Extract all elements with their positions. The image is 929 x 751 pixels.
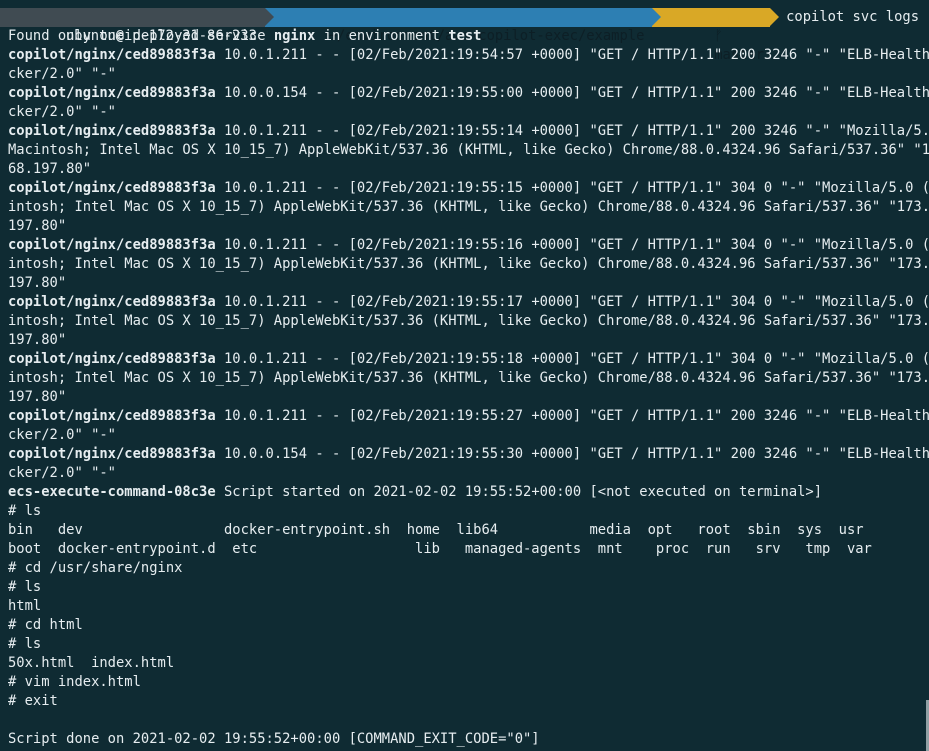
log-text: 10.0.1.211 - - [02/Feb/2021:19:54:57 +00…: [215, 47, 929, 63]
prompt-user-host: ubuntu@ip-172-31-86-233: [0, 8, 274, 44]
prompt-separator-icon: [652, 8, 662, 26]
terminal-window[interactable]: ubuntu@ip-172-31-86-233 ~/environment/aw…: [0, 0, 929, 751]
log-line: cker/2.0" "-": [8, 426, 116, 445]
shell-line: # cd /usr/share/nginx: [8, 560, 183, 576]
script-done-line: Script done on 2021-02-02 19:55:52+00:00…: [8, 731, 540, 747]
log-text: intosh; Intel Mac OS X 10_15_7) AppleWeb…: [8, 313, 929, 329]
log-line: copilot/nginx/ced89883f3a 10.0.1.211 - -…: [8, 122, 929, 141]
log-source: copilot/nginx/ced89883f3a: [8, 47, 216, 63]
log-line: 197.80": [8, 388, 66, 407]
log-source: copilot/nginx/ced89883f3a: [8, 351, 216, 367]
log-line: copilot/nginx/ced89883f3a 10.0.1.211 - -…: [8, 350, 929, 369]
shell-prompt: ubuntu@ip-172-31-86-233 ~/environment/aw…: [0, 8, 919, 63]
prompt-directory: ~/environment/aws-copilot-exec/example: [264, 8, 662, 44]
notice-service: nginx: [273, 28, 316, 44]
log-text: Macintosh; Intel Mac OS X 10_15_7) Apple…: [8, 142, 929, 158]
log-line: copilot/nginx/ced89883f3a 10.0.1.211 - -…: [8, 46, 929, 65]
log-line: copilot/nginx/ced89883f3a 10.0.0.154 - -…: [8, 84, 929, 103]
log-source: copilot/nginx/ced89883f3a: [8, 85, 216, 101]
notice-environment: test: [448, 28, 482, 44]
log-source: copilot/nginx/ced89883f3a: [8, 180, 216, 196]
log-text: 10.0.1.211 - - [02/Feb/2021:19:55:18 +00…: [215, 351, 929, 367]
shell-line: boot docker-entrypoint.d etc lib managed…: [8, 541, 872, 557]
log-text: 10.0.1.211 - - [02/Feb/2021:19:55:27 +00…: [215, 408, 929, 424]
log-text: 10.0.0.154 - - [02/Feb/2021:19:55:00 +00…: [215, 85, 929, 101]
log-text: 10.0.1.211 - - [02/Feb/2021:19:55:14 +00…: [215, 123, 929, 139]
log-text: 10.0.1.211 - - [02/Feb/2021:19:55:17 +00…: [215, 294, 929, 310]
log-line: Macintosh; Intel Mac OS X 10_15_7) Apple…: [8, 141, 929, 160]
prompt-git-branch: ᚠ master: [652, 8, 780, 63]
log-text: cker/2.0" "-": [8, 427, 116, 443]
log-line: copilot/nginx/ced89883f3a 10.0.1.211 - -…: [8, 407, 929, 426]
exec-message: Script started on 2021-02-02 19:55:52+00…: [215, 484, 823, 500]
service-notice: Found only one deployed service nginx in…: [8, 27, 482, 46]
log-line: cker/2.0" "-": [8, 103, 116, 122]
log-text: cker/2.0" "-": [8, 66, 116, 82]
shell-line: html: [8, 598, 42, 614]
log-line: 68.197.80": [8, 160, 91, 179]
shell-line: # cd html: [8, 617, 83, 633]
log-line: cker/2.0" "-": [8, 65, 116, 84]
log-text: 197.80": [8, 275, 67, 291]
log-text: 197.80": [8, 332, 67, 348]
log-source: copilot/nginx/ced89883f3a: [8, 294, 216, 310]
shell-line: # ls: [8, 579, 42, 595]
log-line: copilot/nginx/ced89883f3a 10.0.1.211 - -…: [8, 179, 929, 198]
notice-middle: in environment: [315, 28, 449, 44]
log-text: 197.80": [8, 389, 67, 405]
log-source: copilot/nginx/ced89883f3a: [8, 123, 216, 139]
git-branch-icon: ᚠ: [714, 28, 723, 44]
shell-line: # exit: [8, 693, 58, 709]
log-line: 197.80": [8, 274, 66, 293]
notice-prefix: Found only one deployed service: [8, 28, 274, 44]
log-text: cker/2.0" "-": [8, 104, 116, 120]
log-text: cker/2.0" "-": [8, 465, 116, 481]
log-text: intosh; Intel Mac OS X 10_15_7) AppleWeb…: [8, 256, 929, 272]
log-line: intosh; Intel Mac OS X 10_15_7) AppleWeb…: [8, 312, 929, 331]
shell-line: 50x.html index.html: [8, 655, 175, 671]
log-text: 197.80": [8, 218, 67, 234]
log-source: copilot/nginx/ced89883f3a: [8, 446, 216, 462]
log-line: copilot/nginx/ced89883f3a 10.0.0.154 - -…: [8, 445, 929, 464]
log-text: 10.0.1.211 - - [02/Feb/2021:19:55:16 +00…: [215, 237, 929, 253]
log-line: intosh; Intel Mac OS X 10_15_7) AppleWeb…: [8, 198, 929, 217]
log-line: copilot/nginx/ced89883f3a 10.0.1.211 - -…: [8, 293, 929, 312]
exec-source: ecs-execute-command-08c3e: [8, 484, 216, 500]
log-text: 10.0.0.154 - - [02/Feb/2021:19:55:30 +00…: [215, 446, 929, 462]
log-source: copilot/nginx/ced89883f3a: [8, 408, 216, 424]
log-line: copilot/nginx/ced89883f3a 10.0.1.211 - -…: [8, 236, 929, 255]
log-text: 68.197.80": [8, 161, 92, 177]
log-line: 197.80": [8, 331, 66, 350]
log-line: intosh; Intel Mac OS X 10_15_7) AppleWeb…: [8, 255, 929, 274]
log-line: intosh; Intel Mac OS X 10_15_7) AppleWeb…: [8, 369, 929, 388]
exec-session-line: ecs-execute-command-08c3e Script started…: [8, 483, 822, 502]
shell-line: bin dev docker-entrypoint.sh home lib64 …: [8, 522, 864, 538]
prompt-separator-icon: [264, 8, 274, 26]
log-line: cker/2.0" "-": [8, 464, 116, 483]
log-text: intosh; Intel Mac OS X 10_15_7) AppleWeb…: [8, 199, 929, 215]
log-source: copilot/nginx/ced89883f3a: [8, 237, 216, 253]
shell-line: # ls: [8, 503, 42, 519]
log-text: 10.0.1.211 - - [02/Feb/2021:19:55:15 +00…: [215, 180, 929, 196]
log-line: 197.80": [8, 217, 66, 236]
shell-line: # vim index.html: [8, 674, 141, 690]
log-text: intosh; Intel Mac OS X 10_15_7) AppleWeb…: [8, 370, 929, 386]
command-text: copilot svc logs: [786, 9, 919, 25]
shell-line: # ls: [8, 636, 42, 652]
prompt-separator-icon: [770, 8, 780, 26]
